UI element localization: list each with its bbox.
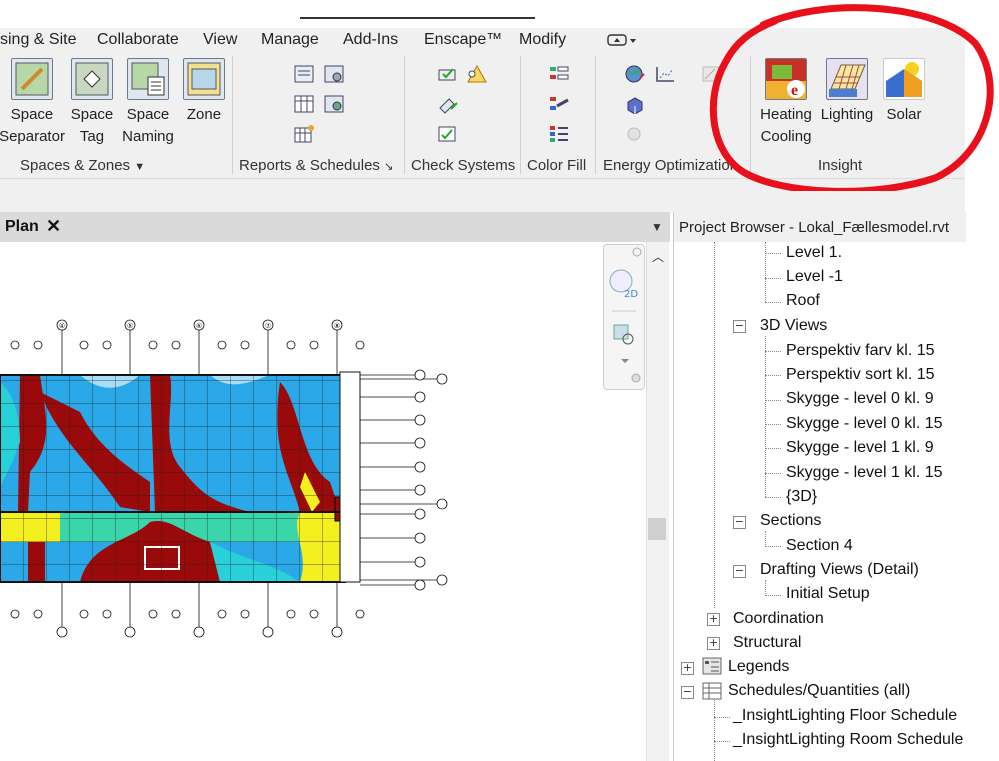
schedule-new-icon[interactable] bbox=[293, 124, 315, 144]
zoom-region-icon[interactable] bbox=[610, 323, 634, 347]
project-browser-title: Project Browser - Lokal_Fællesmodel.rvt bbox=[679, 219, 950, 236]
grid-label-5: ⑤ bbox=[127, 322, 133, 330]
collapse-toggle-icon[interactable]: − bbox=[733, 516, 746, 529]
browser-item-level-1[interactable]: Level 1. bbox=[786, 244, 842, 262]
check-duct-icon[interactable] bbox=[437, 64, 459, 84]
space-naming-button[interactable]: Space Naming bbox=[118, 58, 178, 148]
system-inspector-icon[interactable] bbox=[323, 94, 345, 114]
browser-group-coordination[interactable]: Coordination bbox=[733, 610, 824, 628]
panel-label-reports: Reports & Schedules ↘ bbox=[239, 157, 394, 174]
tab-collaborate[interactable]: Collaborate bbox=[97, 31, 179, 49]
steering-wheel-icon[interactable] bbox=[610, 269, 634, 293]
tab-modify[interactable]: Modify bbox=[519, 31, 566, 49]
browser-item-3d-view[interactable]: Skygge - level 0 kl. 9 bbox=[786, 390, 934, 408]
tab-add-ins[interactable]: Add-Ins bbox=[343, 31, 398, 49]
expand-toggle-icon[interactable]: + bbox=[681, 662, 694, 675]
browser-group-3d-views[interactable]: 3D Views bbox=[760, 317, 827, 335]
panel-schedule-icon[interactable] bbox=[293, 94, 315, 114]
dialog-launcher-icon: ↘ bbox=[384, 161, 394, 173]
dropdown-arrow-icon: ▼ bbox=[134, 161, 146, 173]
tab-analyze-site[interactable]: sing & Site bbox=[0, 31, 76, 49]
browser-item-3d-default[interactable]: {3D} bbox=[786, 488, 817, 506]
space-naming-icon bbox=[127, 58, 169, 100]
report-settings-icon[interactable] bbox=[323, 64, 345, 84]
panel-label-check-systems: Check Systems bbox=[411, 157, 516, 174]
view-tab-bar bbox=[0, 212, 670, 242]
close-small-icon bbox=[632, 247, 642, 257]
energy-settings-disabled-icon bbox=[624, 124, 646, 144]
browser-item-3d-view[interactable]: Skygge - level 1 kl. 15 bbox=[786, 464, 943, 482]
tree-connector bbox=[714, 700, 715, 761]
expand-toggle-icon[interactable]: + bbox=[707, 613, 720, 626]
panel-divider bbox=[404, 56, 405, 174]
check-pipe-icon[interactable] bbox=[437, 94, 459, 114]
ribbon-display-toggle[interactable] bbox=[607, 33, 637, 52]
vertical-scrollbar[interactable]: ︿ bbox=[646, 242, 669, 761]
panel-label-spaces[interactable]: Spaces & Zones ▼ bbox=[20, 157, 145, 174]
browser-group-drafting-views[interactable]: Drafting Views (Detail) bbox=[760, 561, 919, 579]
zone-button[interactable]: Zone bbox=[180, 58, 228, 126]
grid-label-4: ④ bbox=[59, 322, 65, 330]
browser-item-roof[interactable]: Roof bbox=[786, 292, 820, 310]
panel-divider bbox=[595, 56, 596, 174]
grid-label-7: ⑦ bbox=[265, 322, 271, 330]
browser-item-level-minus-1[interactable]: Level -1 bbox=[786, 268, 843, 286]
collapse-toggle-icon[interactable]: − bbox=[733, 320, 746, 333]
title-divider bbox=[300, 17, 535, 19]
zone-icon bbox=[183, 58, 225, 100]
heating-loads-icon[interactable] bbox=[293, 64, 315, 84]
show-disconnects-icon[interactable] bbox=[437, 124, 459, 144]
pipe-legend-icon[interactable] bbox=[548, 94, 570, 114]
color-scheme-legend-icon[interactable] bbox=[548, 124, 570, 144]
check-circuit-icon[interactable] bbox=[466, 64, 488, 84]
panel-label-color-fill: Color Fill bbox=[527, 157, 587, 174]
browser-item-3d-view[interactable]: Skygge - level 0 kl. 15 bbox=[786, 415, 943, 433]
browser-item-section-4[interactable]: Section 4 bbox=[786, 537, 853, 555]
browser-item-3d-view[interactable]: Perspektiv sort kl. 15 bbox=[786, 366, 935, 384]
collapse-toggle-icon[interactable]: − bbox=[681, 686, 694, 699]
panel-divider bbox=[520, 56, 521, 174]
space-separator-button[interactable]: Space Separator bbox=[0, 58, 72, 148]
tab-menu-dropdown-icon[interactable]: ▼ bbox=[651, 220, 663, 234]
tab-enscape[interactable]: Enscape™ bbox=[424, 31, 502, 49]
red-annotation-circle bbox=[709, 4, 994, 191]
tree-connector bbox=[714, 242, 715, 608]
browser-item-schedule[interactable]: _InsightLighting Floor Schedule bbox=[733, 707, 957, 725]
browser-item-initial-setup[interactable]: Initial Setup bbox=[786, 585, 870, 603]
close-icon[interactable]: ✕ bbox=[46, 216, 61, 237]
tab-view[interactable]: View bbox=[203, 31, 237, 49]
scrollbar-thumb[interactable] bbox=[648, 518, 666, 540]
tab-manage[interactable]: Manage bbox=[261, 31, 319, 49]
navigation-bar: 2D bbox=[603, 244, 645, 390]
tree-connector bbox=[765, 580, 766, 594]
ribbon-minimize-icon bbox=[607, 34, 636, 46]
tree-connector bbox=[765, 531, 766, 545]
space-tag-icon bbox=[71, 58, 113, 100]
space-separator-icon bbox=[11, 58, 53, 100]
tree-connector bbox=[765, 242, 766, 302]
duct-legend-icon[interactable] bbox=[548, 64, 570, 84]
legends-icon bbox=[702, 657, 722, 675]
expand-toggle-icon[interactable]: + bbox=[707, 637, 720, 650]
browser-group-schedules[interactable]: Schedules/Quantities (all) bbox=[728, 682, 910, 700]
browser-item-schedule[interactable]: _InsightLighting Room Schedule bbox=[733, 731, 963, 749]
plan-view-canvas[interactable]: ④ ⑤ ⑥ ⑦ ⑧ bbox=[0, 242, 646, 761]
schedules-icon bbox=[702, 682, 722, 700]
panel-divider bbox=[232, 56, 233, 174]
view-tab-plan[interactable]: Plan bbox=[5, 218, 39, 236]
scroll-up-icon[interactable]: ︿ bbox=[652, 248, 664, 265]
browser-group-legends[interactable]: Legends bbox=[728, 658, 789, 676]
browser-group-structural[interactable]: Structural bbox=[733, 634, 801, 652]
grid-label-6: ⑥ bbox=[196, 322, 202, 330]
energy-chart-icon[interactable] bbox=[654, 64, 676, 84]
grid-label-8: ⑧ bbox=[334, 322, 340, 330]
energy-model-icon[interactable] bbox=[624, 94, 646, 114]
browser-group-sections[interactable]: Sections bbox=[760, 512, 821, 530]
space-tag-button[interactable]: Space Tag bbox=[64, 58, 120, 148]
browser-item-3d-view[interactable]: Skygge - level 1 kl. 9 bbox=[786, 439, 934, 457]
lighting-heatmap-plan: ④ ⑤ ⑥ ⑦ ⑧ bbox=[0, 319, 448, 638]
browser-item-3d-view[interactable]: Perspektiv farv kl. 15 bbox=[786, 342, 935, 360]
collapse-toggle-icon[interactable]: − bbox=[733, 565, 746, 578]
location-globe-icon[interactable] bbox=[624, 64, 646, 84]
